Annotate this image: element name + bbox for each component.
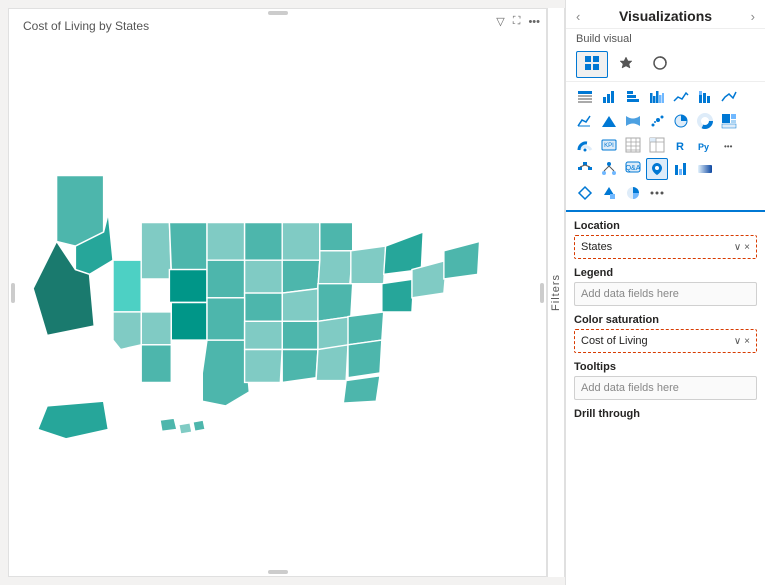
field-group-legend-label: Legend: [574, 263, 757, 279]
viz-icon-donut[interactable]: [694, 110, 716, 132]
viz-tabs: [566, 48, 765, 82]
viz-icon-row-5: [574, 182, 757, 204]
viz-icon-row-3: KPI R Py •••: [574, 134, 757, 156]
resize-handle-top[interactable]: [268, 11, 288, 15]
viz-icon-line[interactable]: [718, 86, 740, 108]
filters-bar[interactable]: Filters: [547, 8, 565, 577]
viz-icon-row-4: Q&A: [574, 158, 757, 180]
viz-panel-title: Visualizations: [619, 8, 712, 24]
field-color-saturation-remove[interactable]: ×: [744, 336, 750, 347]
fields-section: Location States ∨ × Legend Add data fiel…: [566, 212, 765, 585]
viz-icon-more2[interactable]: •••: [718, 134, 740, 156]
field-color-saturation-chevron[interactable]: ∨: [734, 336, 741, 347]
field-color-saturation-value: Cost of Living: [581, 335, 648, 347]
resize-handle-bottom[interactable]: [268, 570, 288, 574]
viz-icon-map[interactable]: [646, 158, 668, 180]
viz-icon-diamond[interactable]: [574, 182, 596, 204]
viz-icon-more3[interactable]: [646, 182, 668, 204]
viz-icon-mountain[interactable]: [598, 110, 620, 132]
viz-icons-grid: KPI R Py ••• Q&A: [566, 82, 765, 212]
viz-icon-table[interactable]: [574, 86, 596, 108]
viz-icon-pie[interactable]: [670, 110, 692, 132]
viz-icon-gauge[interactable]: [574, 134, 596, 156]
resize-handle-left[interactable]: [11, 283, 15, 303]
field-location-remove[interactable]: ×: [744, 242, 750, 253]
viz-icon-decomp[interactable]: [574, 158, 596, 180]
viz-panel: ‹ Visualizations › Build visual: [565, 0, 765, 585]
field-tooltips-placeholder: Add data fields here: [581, 382, 679, 394]
viz-icon-bar2[interactable]: [646, 86, 668, 108]
field-group-tooltips: Tooltips Add data fields here: [574, 357, 757, 400]
tab-format[interactable]: [610, 51, 642, 78]
svg-text:R: R: [676, 141, 684, 153]
viz-icon-colormap[interactable]: [694, 158, 716, 180]
field-group-color-saturation-label: Color saturation: [574, 310, 757, 326]
field-location-value: States: [581, 241, 612, 253]
field-legend-placeholder: Add data fields here: [581, 288, 679, 300]
usa-map: [19, 39, 536, 566]
map-panel: Cost of Living by States ▽ ⛶ •••: [8, 8, 547, 577]
viz-nav-forward[interactable]: ›: [751, 9, 755, 24]
viz-icon-shapes[interactable]: [598, 182, 620, 204]
field-color-saturation-zone[interactable]: Cost of Living ∨ ×: [574, 329, 757, 353]
viz-icon-hbar[interactable]: [622, 86, 644, 108]
field-group-tooltips-label: Tooltips: [574, 357, 757, 373]
viz-icon-row-2: [574, 110, 757, 132]
map-container: [19, 39, 536, 566]
viz-icon-scatter[interactable]: [646, 110, 668, 132]
viz-nav-back[interactable]: ‹: [576, 9, 580, 24]
field-group-location: Location States ∨ ×: [574, 216, 757, 259]
viz-icon-ribbon[interactable]: [622, 110, 644, 132]
field-legend-zone[interactable]: Add data fields here: [574, 282, 757, 306]
filter-icon[interactable]: ▽: [494, 13, 506, 30]
viz-header: ‹ Visualizations ›: [566, 0, 765, 29]
viz-icon-r-visual[interactable]: R: [670, 134, 692, 156]
svg-text:Py: Py: [698, 142, 709, 152]
field-group-legend: Legend Add data fields here: [574, 263, 757, 306]
field-group-location-label: Location: [574, 216, 757, 232]
viz-icon-row-1: [574, 86, 757, 108]
field-group-color-saturation: Color saturation Cost of Living ∨ ×: [574, 310, 757, 353]
viz-icon-decomp2[interactable]: [598, 158, 620, 180]
map-toolbar: ▽ ⛶ •••: [494, 13, 542, 30]
field-location-chevron[interactable]: ∨: [734, 242, 741, 253]
map-title: Cost of Living by States: [23, 19, 149, 33]
viz-icon-bar[interactable]: [598, 86, 620, 108]
viz-icon-qa[interactable]: Q&A: [622, 158, 644, 180]
field-location-zone[interactable]: States ∨ ×: [574, 235, 757, 259]
tab-analytics[interactable]: [644, 51, 676, 78]
expand-icon[interactable]: ⛶: [511, 13, 523, 30]
viz-icon-area[interactable]: [670, 86, 692, 108]
field-group-drill-through-label: Drill through: [574, 404, 757, 420]
viz-icon-treemap[interactable]: [718, 110, 740, 132]
viz-icon-pie2[interactable]: [622, 182, 644, 204]
viz-icon-bar3[interactable]: [670, 158, 692, 180]
viz-icon-python[interactable]: Py: [694, 134, 716, 156]
svg-text:•••: •••: [724, 142, 733, 151]
svg-text:Q&A: Q&A: [626, 165, 641, 172]
more-icon[interactable]: •••: [526, 14, 542, 30]
viz-icon-matrix[interactable]: [646, 134, 668, 156]
viz-icon-stacked[interactable]: [694, 86, 716, 108]
field-tooltips-zone[interactable]: Add data fields here: [574, 376, 757, 400]
viz-icon-area2[interactable]: [574, 110, 596, 132]
viz-icon-table2[interactable]: [622, 134, 644, 156]
viz-icon-card[interactable]: KPI: [598, 134, 620, 156]
filters-label: Filters: [550, 274, 562, 311]
svg-text:KPI: KPI: [604, 143, 614, 149]
resize-handle-right[interactable]: [540, 283, 544, 303]
field-group-drill-through: Drill through: [574, 404, 757, 420]
build-visual-label: Build visual: [566, 29, 765, 48]
tab-build[interactable]: [576, 51, 608, 78]
